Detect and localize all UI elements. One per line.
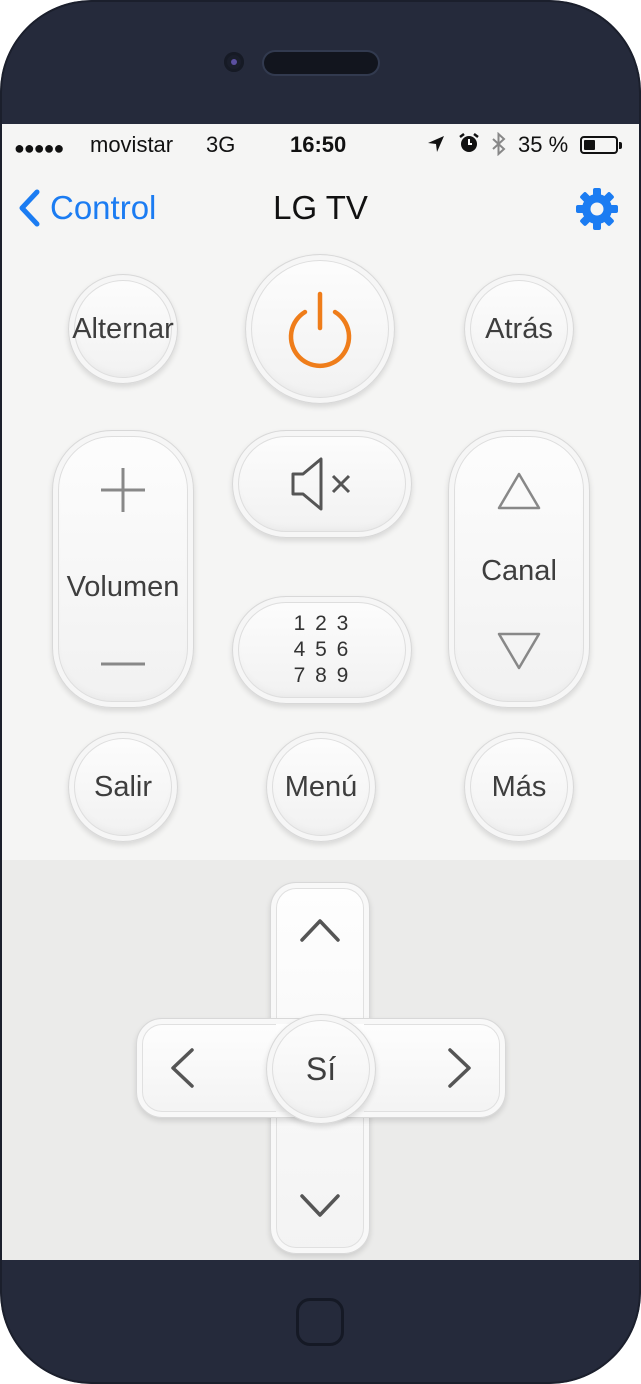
menu-button[interactable]: Menú — [266, 732, 376, 842]
chevron-right-icon — [448, 1048, 471, 1088]
dpad-down-button[interactable] — [290, 1182, 350, 1230]
ok-button-label: Sí — [305, 1050, 337, 1087]
chevron-down-icon — [300, 1194, 340, 1217]
power-icon — [288, 291, 352, 369]
chevron-up-icon — [300, 919, 340, 942]
directional-pad: Sí — [2, 860, 639, 1260]
bluetooth-icon — [492, 132, 506, 156]
mute-icon — [291, 457, 351, 511]
back-remote-button-label: Atrás — [485, 312, 553, 345]
channel-down-icon[interactable] — [496, 631, 542, 671]
channel-control[interactable]: Canal — [448, 430, 590, 708]
volume-control[interactable]: Volumen — [52, 430, 194, 708]
volume-label: Volumen — [66, 570, 180, 603]
more-button[interactable]: Más — [464, 732, 574, 842]
battery-icon — [580, 136, 622, 154]
front-camera — [224, 52, 244, 72]
dpad-area: Sí — [2, 860, 639, 1260]
status-bar: ●●●●● movistar 3G 16:50 35 % — [2, 124, 639, 166]
keypad-row-2: 4 5 6 — [293, 638, 351, 661]
channel-label: Canal — [481, 554, 557, 587]
keypad-row-3: 7 8 9 — [293, 664, 351, 687]
navigation-bar: Control LG TV — [2, 166, 639, 248]
volume-up-icon[interactable] — [98, 465, 148, 515]
gear-icon[interactable] — [574, 186, 620, 232]
home-button[interactable] — [296, 1298, 344, 1346]
battery-fill — [584, 140, 595, 150]
alarm-icon — [459, 133, 479, 152]
dpad-right-button[interactable] — [432, 1040, 488, 1096]
carrier-name: movistar — [90, 132, 174, 157]
network-type: 3G — [206, 132, 236, 157]
keypad-row-1: 1 2 3 — [293, 612, 351, 635]
toggle-button-label: Alternar — [72, 312, 174, 345]
page-title: LG TV — [273, 189, 368, 226]
keypad-button[interactable]: 1 2 3 4 5 6 7 8 9 — [232, 596, 412, 704]
power-button[interactable] — [245, 254, 395, 404]
back-remote-button[interactable]: Atrás — [464, 274, 574, 384]
channel-up-icon[interactable] — [496, 471, 542, 511]
battery-percent: 35 % — [518, 132, 569, 157]
exit-button[interactable]: Salir — [68, 732, 178, 842]
menu-button-label: Menú — [284, 770, 358, 803]
volume-down-icon[interactable] — [98, 659, 148, 669]
screen: ●●●●● movistar 3G 16:50 35 % Control LG … — [2, 124, 639, 1260]
clock: 16:50 — [290, 132, 347, 157]
phone-frame: ●●●●● movistar 3G 16:50 35 % Control LG … — [0, 0, 641, 1384]
dpad-up-button[interactable] — [290, 906, 350, 954]
mute-button[interactable] — [232, 430, 412, 538]
chevron-left-icon — [171, 1048, 194, 1088]
dpad-left-button[interactable] — [154, 1040, 210, 1096]
ok-button[interactable]: Sí — [266, 1014, 376, 1124]
toggle-button[interactable]: Alternar — [68, 274, 178, 384]
exit-button-label: Salir — [93, 770, 152, 803]
earpiece-speaker — [264, 52, 378, 74]
location-icon — [428, 136, 444, 152]
signal-strength: ●●●●● — [14, 138, 64, 158]
more-button-label: Más — [491, 770, 547, 803]
